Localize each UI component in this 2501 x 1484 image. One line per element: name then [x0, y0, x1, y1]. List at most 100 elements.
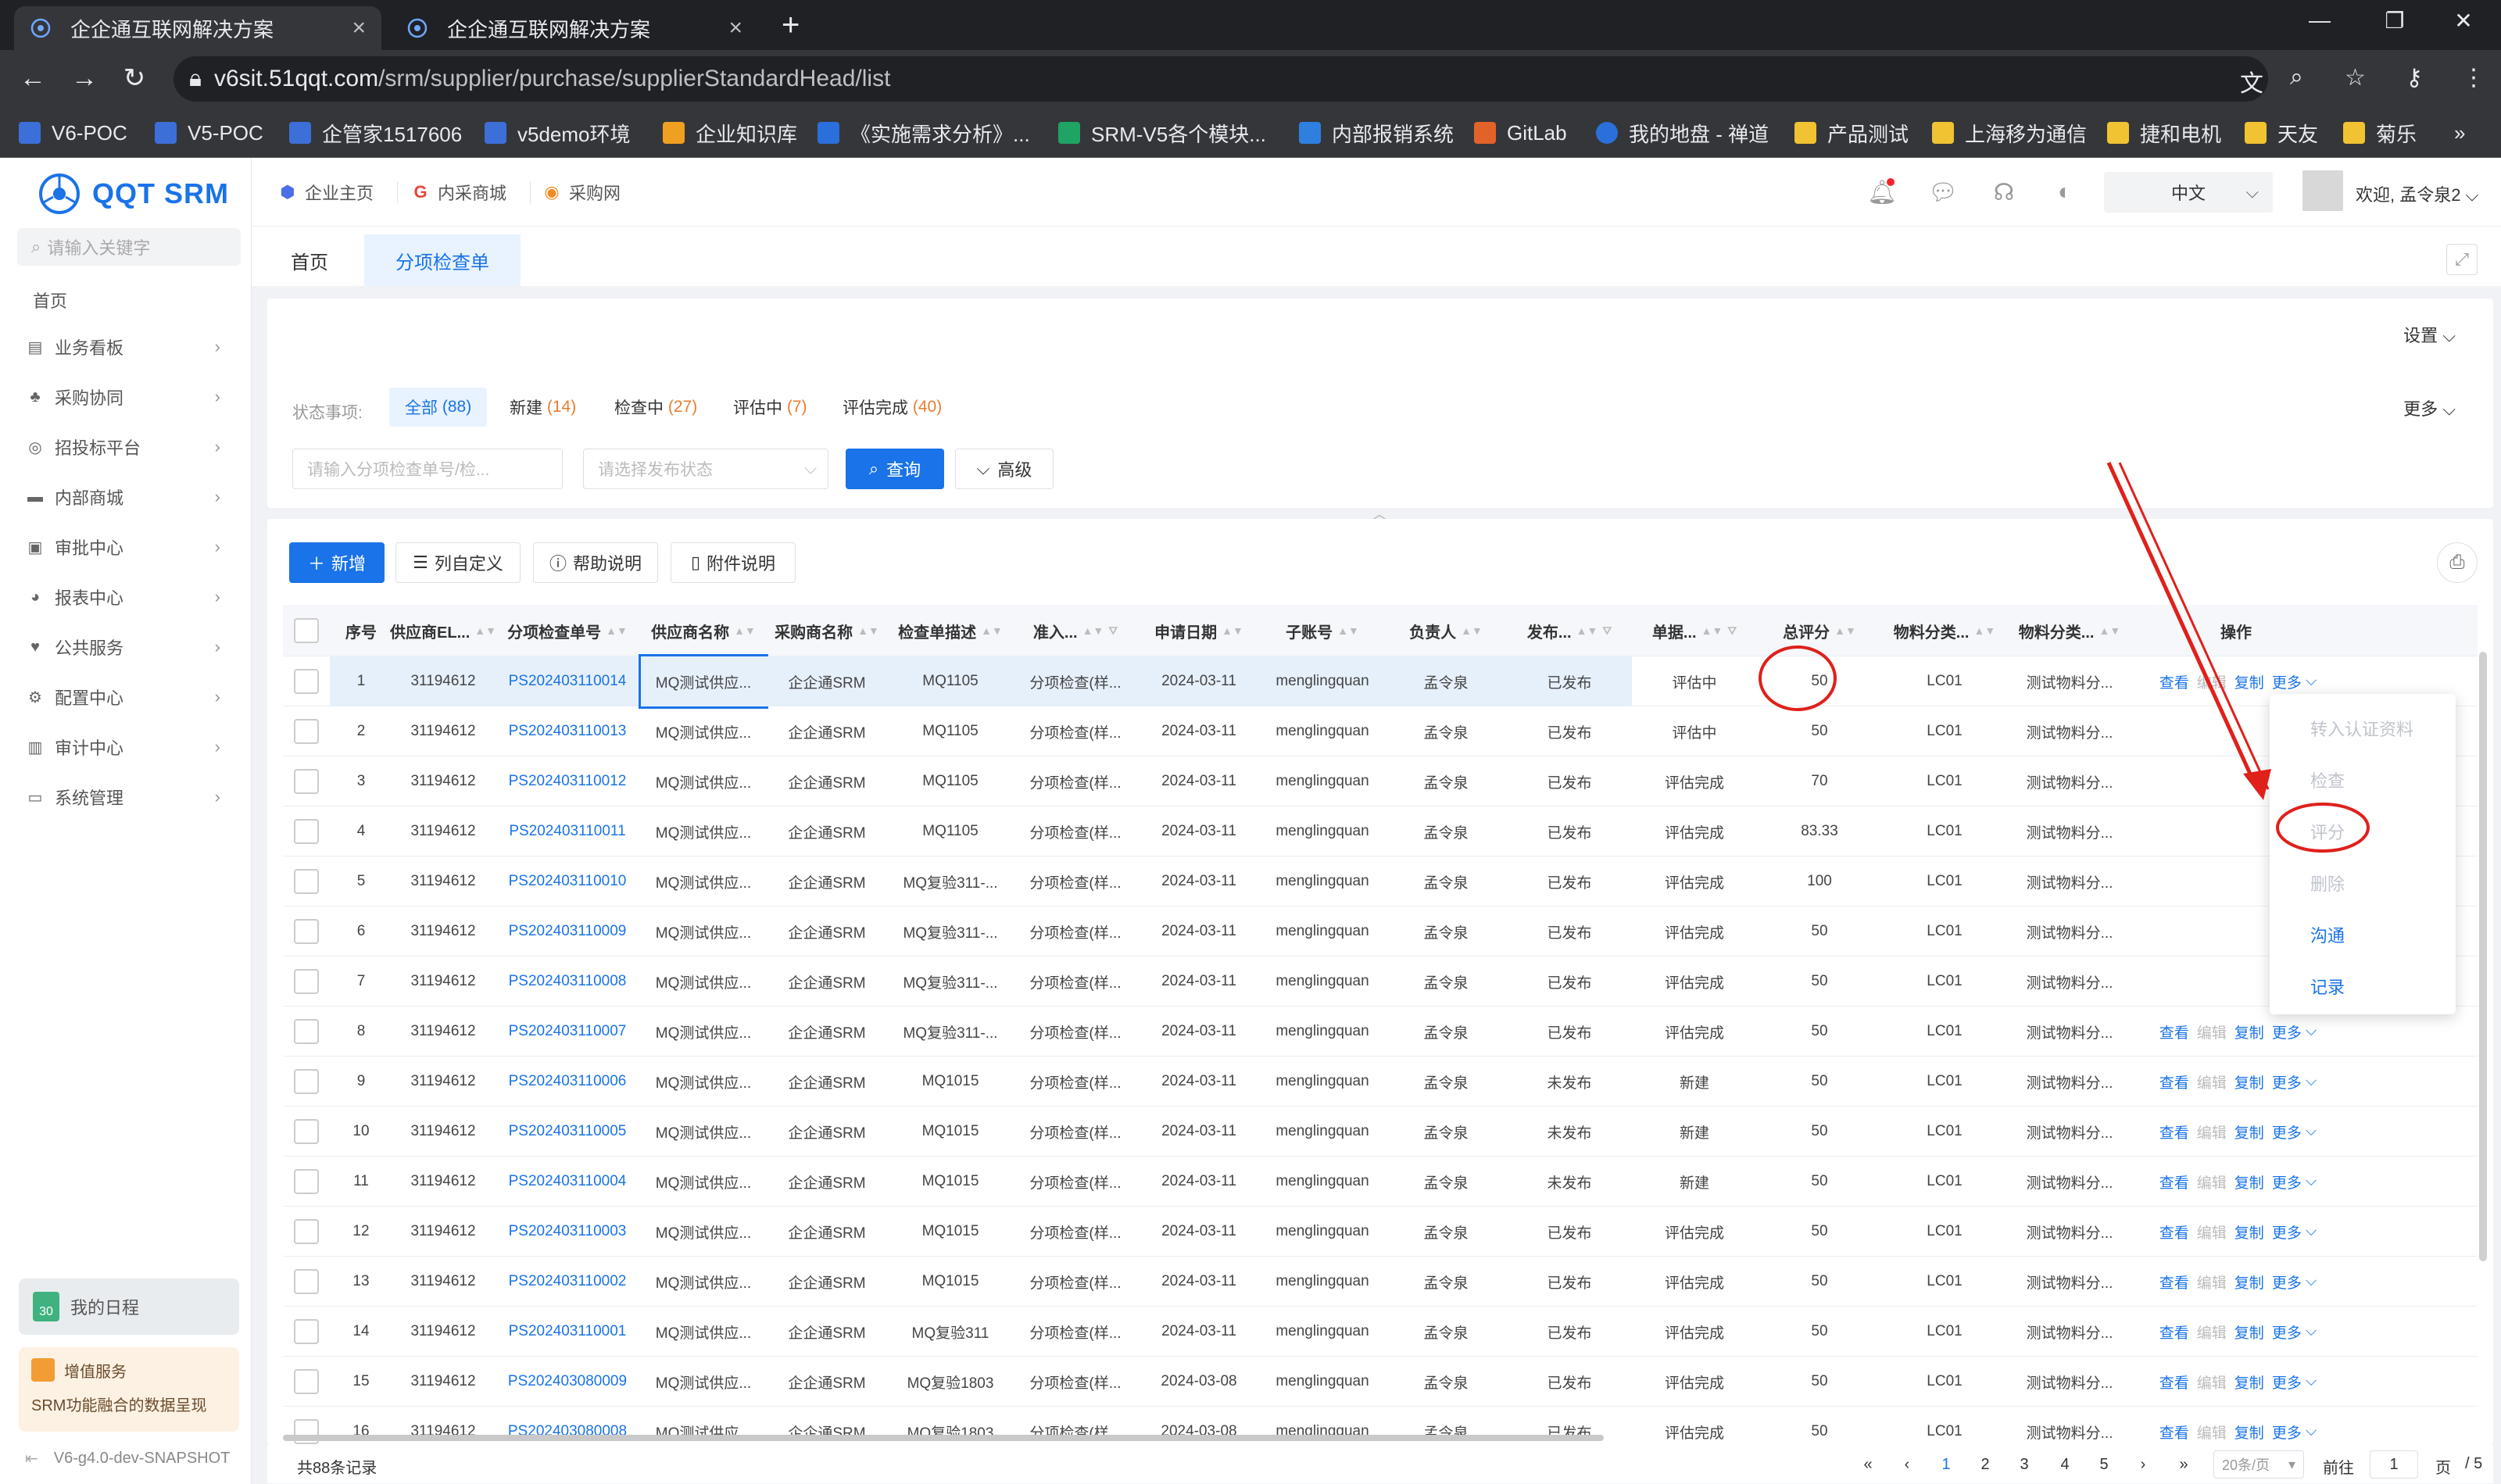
- theme-icon[interactable]: ◐: [2049, 177, 2081, 208]
- next-page-icon[interactable]: ›: [2129, 1450, 2157, 1479]
- key-icon[interactable]: ⚷: [2406, 64, 2423, 91]
- check-order-link[interactable]: PS202403080009: [494, 1357, 641, 1407]
- close-tab-icon[interactable]: ×: [352, 15, 366, 41]
- first-page-icon[interactable]: «: [1854, 1450, 1882, 1479]
- check-order-link[interactable]: PS202403110012: [494, 756, 641, 806]
- page-2[interactable]: 2: [1971, 1450, 1999, 1479]
- more-action[interactable]: 更多: [2272, 1271, 2302, 1293]
- sort-icon[interactable]: ▲▼: [1222, 624, 1243, 637]
- sort-icon[interactable]: ▲▼: [1973, 624, 1995, 637]
- attachment-button[interactable]: ▯ 附件说明: [671, 542, 796, 583]
- row-checkbox[interactable]: [294, 869, 319, 894]
- select-all-checkbox-cell[interactable]: [283, 605, 330, 656]
- bookmark-item[interactable]: GitLab: [1474, 117, 1567, 148]
- notification-bell-icon[interactable]: 🔔︎: [1866, 177, 1898, 208]
- column-header[interactable]: 子账号 ▲▼: [1260, 605, 1385, 656]
- bookmark-item[interactable]: 《实施需求分析》...: [818, 117, 1030, 148]
- table-row[interactable]: 2 31194612 PS202403110013 MQ测试供应... 企企通SRM MQ…: [283, 706, 2478, 756]
- copy-action[interactable]: 复制: [2234, 1371, 2264, 1393]
- row-checkbox-cell[interactable]: [283, 1357, 330, 1407]
- procurement-network-link[interactable]: ◉ 采购网: [542, 177, 621, 208]
- view-action[interactable]: 查看: [2159, 1021, 2189, 1042]
- sort-icon[interactable]: ▲▼: [1337, 624, 1359, 637]
- check-order-link[interactable]: PS202403110004: [494, 1157, 641, 1207]
- check-order-link[interactable]: PS202403110008: [494, 957, 641, 1007]
- column-header[interactable]: 发布... ▲▼ ⛛: [1507, 605, 1632, 656]
- company-home-link[interactable]: ⬢ 企业主页: [278, 177, 374, 208]
- close-tab-icon[interactable]: ×: [728, 15, 742, 41]
- address-bar[interactable]: 🔒︎ v6sit.51qqt.com/srm/supplier/purchase…: [174, 56, 2268, 102]
- view-action[interactable]: 查看: [2159, 1421, 2189, 1443]
- column-header[interactable]: 负责人 ▲▼: [1385, 605, 1507, 656]
- row-checkbox-cell[interactable]: [283, 1107, 330, 1157]
- sort-icon[interactable]: ▲▼: [1834, 624, 1856, 637]
- zoom-icon[interactable]: ⌕: [2290, 64, 2303, 91]
- bookmark-item[interactable]: V6-POC: [19, 117, 127, 148]
- bookmark-item[interactable]: v5demo环境: [485, 117, 631, 148]
- menu-item-record[interactable]: 记录: [2310, 974, 2345, 999]
- status-tab-evaluated[interactable]: 评估完成 (40): [827, 388, 957, 427]
- more-action[interactable]: 更多: [2272, 1421, 2302, 1443]
- table-row[interactable]: 4 31194612 PS202403110011 MQ测试供应... 企企通SRM MQ…: [283, 806, 2478, 856]
- row-checkbox-cell[interactable]: [283, 1007, 330, 1057]
- edit-action[interactable]: 编辑: [2197, 1221, 2227, 1243]
- column-header[interactable]: 采购商名称 ▲▼: [766, 605, 888, 656]
- view-action[interactable]: 查看: [2159, 1221, 2189, 1243]
- keyword-search-input[interactable]: 请输入分项检查单号/检...: [292, 449, 563, 489]
- browser-tab-active[interactable]: 企企通互联网解决方案 ×: [14, 6, 381, 50]
- row-checkbox[interactable]: [294, 1069, 319, 1094]
- column-header[interactable]: 准入... ▲▼ ⛛: [1013, 605, 1138, 656]
- prev-page-icon[interactable]: ‹: [1893, 1450, 1921, 1479]
- table-row[interactable]: 12 31194612 PS202403110003 MQ测试供应... 企企通SRM M…: [283, 1207, 2478, 1257]
- vertical-scrollbar[interactable]: [2479, 652, 2487, 1261]
- column-header[interactable]: 分项检查单号 ▲▼: [494, 605, 641, 656]
- check-order-link[interactable]: PS202403110011: [494, 806, 641, 856]
- edit-action[interactable]: 编辑: [2197, 1321, 2227, 1343]
- language-select[interactable]: 中文 ⌵: [2104, 172, 2273, 213]
- column-header[interactable]: 检查单描述 ▲▼: [888, 605, 1013, 656]
- more-action[interactable]: 更多: [2272, 1021, 2302, 1042]
- more-action[interactable]: 更多: [2272, 671, 2302, 692]
- column-header[interactable]: 供应商EL... ▲▼: [390, 605, 496, 656]
- status-tab-checking[interactable]: 检查中 (27): [599, 388, 713, 427]
- check-order-link[interactable]: PS202403110010: [494, 856, 641, 906]
- sort-icon[interactable]: ▲▼: [734, 624, 756, 637]
- minimize-icon[interactable]: —: [2282, 0, 2357, 41]
- row-checkbox[interactable]: [294, 719, 319, 744]
- row-checkbox-cell[interactable]: [283, 957, 330, 1007]
- sort-icon[interactable]: ▲▼: [606, 624, 628, 637]
- copy-action[interactable]: 复制: [2234, 671, 2264, 692]
- bookmark-folder[interactable]: 产品测试: [1794, 117, 1909, 148]
- check-order-link[interactable]: PS202403110013: [494, 706, 641, 756]
- collapse-icon[interactable]: ⇤: [25, 1449, 38, 1468]
- settings-button[interactable]: 设置 ⌵: [2403, 322, 2456, 347]
- more-action[interactable]: 更多: [2272, 1121, 2302, 1143]
- edit-action[interactable]: 编辑: [2197, 1021, 2227, 1042]
- bookmark-folder[interactable]: 上海移为通信: [1932, 117, 2087, 148]
- bookmark-item[interactable]: V5-POC: [155, 117, 263, 148]
- select-all-checkbox[interactable]: [294, 618, 319, 643]
- more-action[interactable]: 更多: [2272, 1371, 2302, 1393]
- check-order-link[interactable]: PS202403110006: [494, 1057, 641, 1107]
- copy-action[interactable]: 复制: [2234, 1271, 2264, 1293]
- avatar[interactable]: [2302, 170, 2343, 211]
- edit-action[interactable]: 编辑: [2197, 1271, 2227, 1293]
- sort-icon[interactable]: ▲▼: [1701, 624, 1723, 637]
- sort-icon[interactable]: ▲▼: [1461, 624, 1483, 637]
- row-checkbox[interactable]: [294, 919, 319, 944]
- row-checkbox[interactable]: [294, 669, 319, 694]
- sort-icon[interactable]: ▲▼: [2098, 624, 2120, 637]
- row-checkbox-cell[interactable]: [283, 706, 330, 756]
- edit-action[interactable]: 编辑: [2197, 1371, 2227, 1393]
- menu-item-transfer-certification[interactable]: 转入认证资料: [2310, 716, 2413, 741]
- row-checkbox[interactable]: [294, 1319, 319, 1344]
- check-order-link[interactable]: PS202403110009: [494, 906, 641, 957]
- column-header[interactable]: 物料分类... ▲▼: [2007, 605, 2132, 656]
- table-row[interactable]: 8 31194612 PS202403110007 MQ测试供应... 企企通SRM MQ…: [283, 1007, 2478, 1057]
- page-4[interactable]: 4: [2051, 1450, 2079, 1479]
- page-1[interactable]: 1: [1932, 1450, 1960, 1479]
- view-action[interactable]: 查看: [2159, 1071, 2189, 1092]
- row-checkbox-cell[interactable]: [283, 806, 330, 856]
- status-tab-all[interactable]: 全部 (88): [389, 388, 488, 427]
- copy-action[interactable]: 复制: [2234, 1021, 2264, 1042]
